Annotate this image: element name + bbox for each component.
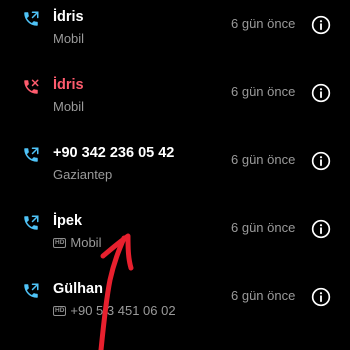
call-log-screen: İdris Mobil 6 gün önce İdris Mobil 6 gün…: [0, 0, 350, 350]
number-type-text: Mobil: [70, 235, 102, 250]
contact-name: İpek: [53, 213, 83, 229]
outgoing-call-icon: [24, 215, 39, 230]
info-icon[interactable]: [311, 287, 331, 307]
call-time: 6 gün önce: [231, 152, 296, 167]
contact-name: Gülhan: [53, 281, 103, 297]
call-log-row[interactable]: İdris Mobil 6 gün önce: [0, 68, 350, 128]
number-type-text: Mobil: [53, 31, 85, 46]
outgoing-call-icon: [24, 11, 39, 26]
outgoing-call-icon: [24, 147, 39, 162]
location-label: Gaziantep: [53, 167, 112, 182]
missed-call-icon: [24, 79, 39, 94]
call-time: 6 gün önce: [231, 84, 296, 99]
contact-name: İdris: [53, 9, 84, 25]
hd-voice-badge: HD: [53, 305, 67, 316]
info-icon[interactable]: [311, 83, 331, 103]
info-icon[interactable]: [311, 219, 331, 239]
call-time: 6 gün önce: [231, 16, 296, 31]
call-time: 6 gün önce: [231, 220, 296, 235]
location-text: Gaziantep: [53, 167, 113, 182]
hd-voice-badge: HD: [53, 237, 67, 248]
call-log-row[interactable]: İdris Mobil 6 gün önce: [0, 0, 350, 60]
phone-number-label: HD +90 5 3 451 06 02: [53, 303, 176, 318]
number-type-text: Mobil: [53, 99, 85, 114]
contact-number: +90 342 236 05 42: [53, 145, 175, 161]
call-log-row[interactable]: +90 342 236 05 42 Gaziantep 6 gün önce: [0, 136, 350, 196]
call-log-row[interactable]: Gülhan HD +90 5 3 451 06 02 6 gün önce: [0, 272, 350, 332]
info-icon[interactable]: [311, 151, 331, 171]
contact-name: İdris: [53, 77, 84, 93]
info-icon[interactable]: [311, 15, 331, 35]
number-type-label: Mobil: [53, 31, 84, 46]
phone-number-text: +90 5 3 451 06 02: [70, 303, 176, 318]
call-time: 6 gün önce: [231, 288, 296, 303]
number-type-label: HD Mobil: [53, 235, 101, 250]
call-log-row[interactable]: İpek HD Mobil 6 gün önce: [0, 204, 350, 264]
number-type-label: Mobil: [53, 99, 84, 114]
outgoing-call-icon: [24, 283, 39, 298]
